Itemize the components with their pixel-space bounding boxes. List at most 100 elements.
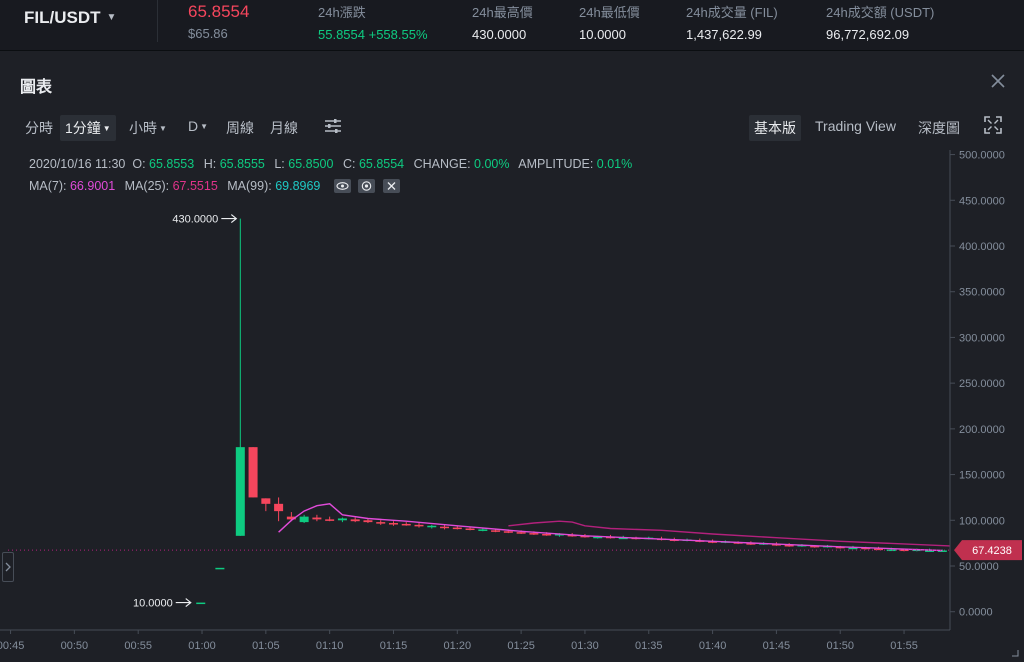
x-tick-label: 01:30 — [571, 640, 599, 652]
pair-selector[interactable]: FIL/USDT ▼ — [24, 8, 116, 28]
candle-body — [261, 498, 271, 504]
candle-body — [337, 518, 347, 521]
ma7-line — [278, 503, 943, 552]
candle-body — [567, 534, 577, 537]
high-value: 65.8555 — [219, 157, 265, 171]
low-arrow-icon — [175, 598, 192, 608]
x-tick-label: 00:55 — [124, 640, 152, 652]
candlestick-chart[interactable]: 500.0000 450.0000 400.0000 350.0000 300.0000… — [0, 0, 1024, 662]
candle-body — [465, 528, 475, 531]
y-tick-label: 300.0000 — [959, 332, 1005, 344]
stat-value: 96,772,692.09 — [826, 27, 910, 42]
divider — [157, 0, 158, 42]
interval-tab-4[interactable]: 周線 — [226, 118, 254, 138]
x-tick-label: 01:10 — [316, 640, 344, 652]
candle-body — [478, 529, 488, 531]
high-arrow-icon — [221, 214, 238, 224]
candle-body — [848, 547, 858, 550]
amplitude-label: AMPLITUDE: — [518, 157, 594, 171]
view-tab-2[interactable]: 深度圖 — [918, 118, 960, 138]
ma7-value: 66.9001 — [69, 179, 116, 193]
candle-body — [580, 535, 590, 538]
low-value: 65.8500 — [288, 157, 334, 171]
stat-0: 24h漲跌 55.8554 +558.55% — [318, 2, 428, 42]
candle-body — [503, 531, 513, 533]
y-tick-label: 100.0000 — [959, 515, 1005, 527]
candle-body — [682, 539, 692, 541]
candle-body — [759, 543, 769, 545]
view-tab-1[interactable]: Trading View — [815, 118, 896, 134]
candle-body — [618, 537, 628, 540]
y-tick-label: 50.0000 — [959, 561, 999, 573]
candle-body — [810, 545, 820, 548]
open-label: O: — [132, 157, 146, 171]
candle-body — [605, 536, 615, 539]
y-tick-label: 350.0000 — [959, 287, 1005, 299]
candle-body — [797, 544, 807, 547]
y-tick-label: 150.0000 — [959, 470, 1005, 482]
candle-body — [784, 544, 794, 547]
stat-2: 24h最低價 10.0000 — [579, 2, 640, 42]
candle-body — [861, 547, 871, 550]
high-marker-label: 430.0000 — [172, 214, 218, 226]
pair-label: FIL/USDT — [24, 8, 101, 27]
remove-icon[interactable] — [382, 179, 400, 193]
eye-icon[interactable] — [333, 179, 351, 193]
y-tick-label: 500.0000 — [959, 150, 1005, 162]
caret-down-icon: ▼ — [200, 122, 209, 131]
candle-body — [427, 525, 437, 528]
view-tab-0[interactable]: 基本版 — [749, 115, 801, 141]
interval-tab-5[interactable]: 月線 — [270, 118, 298, 138]
candle-body — [299, 516, 309, 523]
candle-body — [912, 549, 922, 552]
candle-body — [925, 550, 935, 552]
fullscreen-icon[interactable] — [984, 116, 1002, 134]
candle-body — [631, 537, 641, 540]
amplitude-value: 0.01% — [596, 157, 633, 171]
interval-tab-0[interactable]: 分時 — [25, 118, 53, 138]
candle-body — [644, 537, 654, 540]
candle-body — [325, 519, 335, 521]
y-tick-label: 450.0000 — [959, 195, 1005, 207]
x-tick-label: 01:25 — [507, 640, 535, 652]
interval-label: 小時 — [129, 120, 157, 136]
low-marker-label: 10.0000 — [133, 598, 173, 610]
candle-body — [657, 538, 667, 541]
ma99-value: 69.8969 — [275, 179, 321, 193]
x-tick-label: 01:50 — [826, 640, 854, 652]
candle-body — [669, 539, 679, 541]
candle-body — [414, 524, 424, 527]
interval-tab-1[interactable]: 1分鐘 ▼ — [60, 115, 116, 141]
ohlc-info: 2020/10/16 11:30 O: 65.8553 H: 65.8555 L… — [29, 157, 638, 171]
candle-body — [720, 541, 730, 543]
x-tick-label: 01:20 — [444, 640, 472, 652]
candle-body — [554, 534, 564, 536]
x-tick-label: 01:55 — [890, 640, 918, 652]
interval-label: 月線 — [270, 120, 298, 136]
candle-body — [491, 530, 501, 532]
gear-icon[interactable] — [358, 179, 376, 193]
candle-body — [899, 549, 909, 552]
candle-body — [196, 602, 206, 605]
drawing-tools-toggle[interactable] — [2, 552, 14, 582]
stat-label: 24h成交額 (USDT) — [826, 5, 935, 20]
stat-4: 24h成交額 (USDT) 96,772,692.09 — [826, 2, 934, 42]
stat-label: 24h最高價 — [472, 5, 533, 20]
candle-body — [516, 532, 526, 534]
x-tick-label: 01:45 — [763, 640, 791, 652]
close-icon[interactable] — [988, 71, 1008, 91]
interval-tab-2[interactable]: 小時 ▼ — [129, 118, 167, 138]
candle-body — [542, 534, 552, 536]
candle-body — [874, 548, 884, 551]
candle-body — [440, 526, 450, 529]
candle-body — [886, 549, 896, 552]
indicator-settings-icon[interactable] — [324, 117, 342, 135]
interval-tab-3[interactable]: D ▼ — [188, 118, 208, 134]
y-tick-label: 0.0000 — [959, 607, 993, 619]
high-label: H: — [203, 157, 217, 171]
last-price: 65.8554 — [188, 2, 250, 21]
candle-body — [593, 536, 603, 539]
ma-info: MA(7): 66.9001 MA(25): 67.5515 MA(99): 6… — [29, 179, 400, 193]
candle-body — [215, 567, 225, 570]
candle-body — [452, 527, 462, 530]
